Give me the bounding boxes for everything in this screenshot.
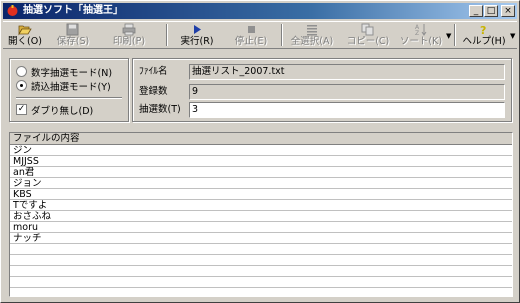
draw-count-label: 抽選数(T) (139, 104, 181, 115)
help-label: ヘルプ(H) (462, 36, 506, 47)
no-duplicates-label: ダブり無し(D) (31, 105, 94, 117)
list-item[interactable]: おさふね (13, 211, 51, 222)
play-icon (194, 25, 201, 34)
stop-icon (248, 26, 255, 33)
copy-icon (361, 23, 374, 36)
title-bar[interactable]: 抽選ソフト「抽選王」 _ □ × (3, 3, 517, 19)
sort-button[interactable]: A Z ソート(K) (397, 22, 445, 48)
help-question-icon: ? (480, 24, 486, 36)
list-item[interactable]: KBS (13, 189, 51, 200)
save-button[interactable]: 保存(S) (51, 22, 95, 48)
help-button[interactable]: ? ヘルプ(H) (458, 22, 510, 48)
no-duplicates-checkbox[interactable]: ✓ ダブり無し(D) (16, 103, 94, 117)
toolbar: 開く(O) 保存(S) 印刷(P) 実行(R) 停止(E) 全選択(A) コピー… (3, 21, 517, 49)
content-header: ファイルの内容 (10, 133, 512, 145)
select-all-button[interactable]: 全選択(A) (287, 22, 337, 48)
ruled-lines (10, 145, 512, 296)
count-field: 9 (189, 84, 505, 100)
stop-label: 停止(E) (234, 36, 268, 47)
list-item[interactable]: ジョン (13, 178, 51, 189)
draw-count-input[interactable]: 3 (189, 102, 505, 118)
save-label: 保存(S) (56, 36, 90, 47)
toolbar-separator (166, 24, 168, 46)
numeric-mode-radio[interactable]: 数字抽選モード(N) (16, 65, 113, 79)
svg-text:?: ? (480, 24, 486, 36)
select-all-label: 全選択(A) (290, 36, 334, 47)
app-window: 抽選ソフト「抽選王」 _ □ × 開く(O) 保存(S) 印刷(P) 実行(R)… (0, 0, 520, 303)
read-mode-label: 読込抽選モード(Y) (31, 81, 111, 93)
stop-button[interactable]: 停止(E) (229, 22, 273, 48)
close-button[interactable]: × (501, 5, 515, 17)
mode-divider (16, 97, 122, 99)
radio-circle-selected[interactable] (16, 80, 27, 91)
toolbar-separator (281, 24, 283, 46)
toolbar-separator (454, 24, 456, 46)
list-item[interactable]: ジン (13, 145, 51, 156)
list-item[interactable]: MJJSS (13, 156, 51, 167)
checkmark-icon[interactable]: ✓ (16, 104, 27, 115)
file-content-list[interactable]: ファイルの内容 ジン MJJSS an君 ジョン KBS Tですよ おさふね m… (9, 132, 513, 297)
app-icon (7, 5, 18, 16)
sort-az-icon: A Z (415, 24, 427, 36)
entries: ジン MJJSS an君 ジョン KBS Tですよ おさふね moru ナッチ (13, 145, 51, 244)
count-label: 登録数 (139, 86, 168, 97)
copy-button[interactable]: コピー(C) (341, 22, 395, 48)
printer-icon (122, 23, 136, 36)
print-label: 印刷(P) (112, 36, 146, 47)
open-button[interactable]: 開く(O) (5, 22, 45, 48)
radio-circle[interactable] (16, 66, 27, 77)
file-info-group: ﾌｧｲﾙ名 抽選リスト_2007.txt 登録数 9 抽選数(T) 3 (132, 58, 512, 122)
copy-label: コピー(C) (346, 36, 390, 47)
floppy-disk-icon (66, 23, 79, 36)
run-button[interactable]: 実行(R) (175, 22, 219, 48)
mode-group: 数字抽選モード(N) 読込抽選モード(Y) ✓ ダブり無し(D) (9, 58, 129, 122)
read-mode-radio[interactable]: 読込抽選モード(Y) (16, 79, 111, 93)
list-item[interactable]: ナッチ (13, 233, 51, 244)
select-all-icon (307, 25, 317, 36)
file-name-field: 抽選リスト_2007.txt (189, 64, 505, 80)
print-button[interactable]: 印刷(P) (107, 22, 151, 48)
folder-open-icon (18, 25, 32, 36)
numeric-mode-label: 数字抽選モード(N) (31, 67, 113, 79)
file-name-label: ﾌｧｲﾙ名 (139, 66, 168, 77)
minimize-button[interactable]: _ (469, 5, 483, 17)
list-item[interactable]: moru (13, 222, 51, 233)
list-item[interactable]: Tですよ (13, 200, 51, 211)
maximize-button[interactable]: □ (484, 5, 498, 17)
run-label: 実行(R) (180, 36, 214, 47)
window-title: 抽選ソフト「抽選王」 (23, 5, 123, 16)
help-dropdown-arrow-icon[interactable]: ▼ (510, 32, 515, 40)
sort-label: ソート(K) (399, 36, 443, 47)
list-item[interactable]: an君 (13, 167, 51, 178)
open-label: 開く(O) (8, 36, 42, 47)
sort-dropdown-arrow-icon[interactable]: ▼ (446, 32, 451, 40)
